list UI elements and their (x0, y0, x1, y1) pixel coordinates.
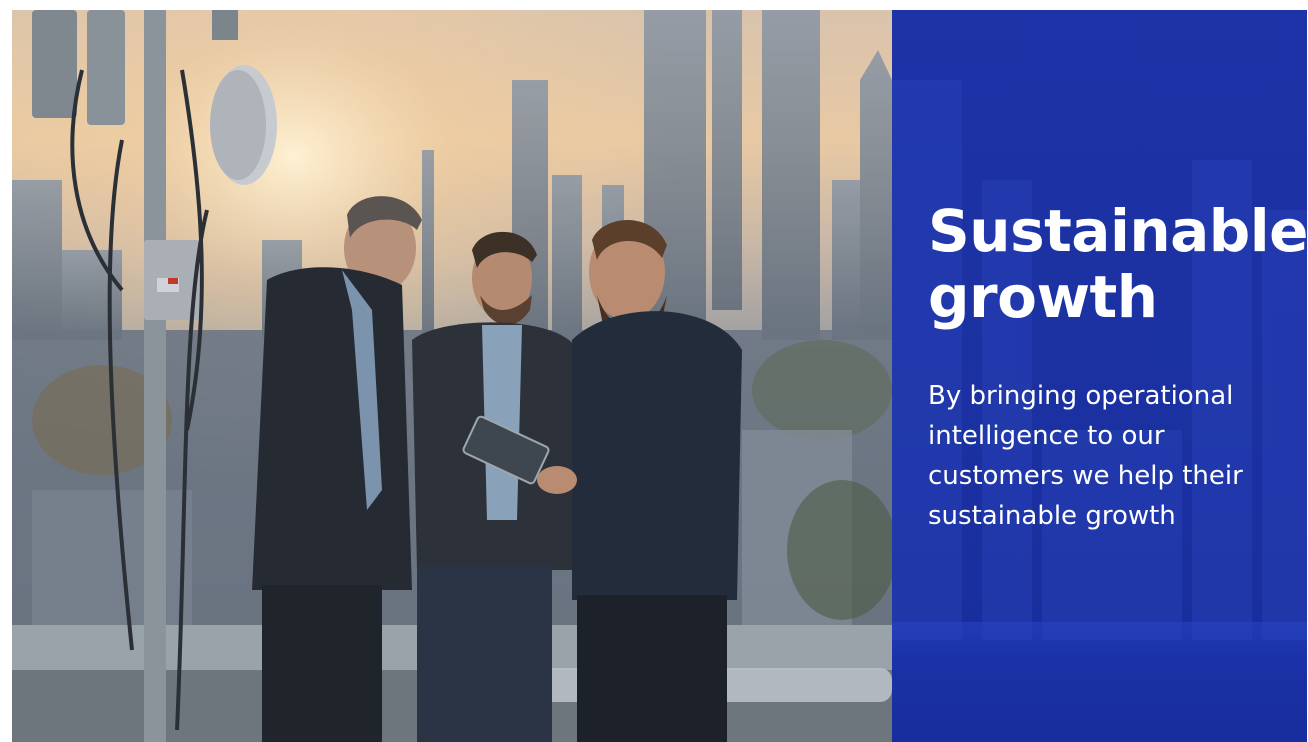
slide-body-text: By bringing operational intelligence to … (928, 381, 1243, 531)
photo-illustration (12, 10, 892, 742)
slide-title-line-1: Sustainable (928, 197, 1307, 265)
panel-ledge-shade (892, 622, 1307, 742)
hero-photo (12, 10, 892, 742)
slide-title: Sustainable growth (928, 197, 1307, 331)
text-panel: Sustainable growth By bringing operation… (892, 10, 1307, 742)
slide-frame: Sustainable growth By bringing operation… (12, 10, 1307, 742)
slide-title-line-2: growth (928, 263, 1158, 331)
